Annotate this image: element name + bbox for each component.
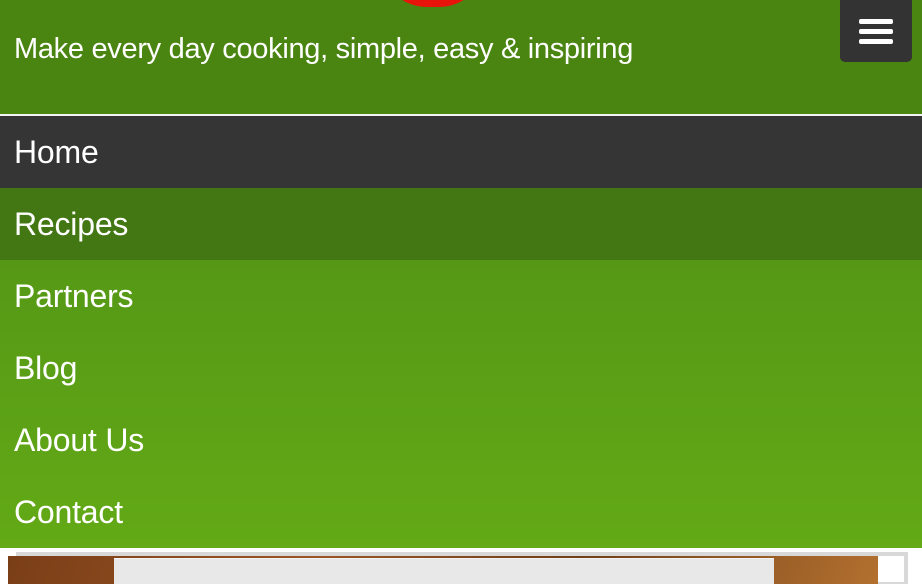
hamburger-menu-icon-bar xyxy=(859,38,893,44)
nav-item-contact[interactable]: Contact xyxy=(0,476,922,548)
nav-item-partners[interactable]: Partners xyxy=(0,260,922,332)
nav-item-recipes[interactable]: Recipes xyxy=(0,188,922,260)
nav-item-about-us[interactable]: About Us xyxy=(0,404,922,476)
nav-item-home[interactable]: Home xyxy=(0,116,922,188)
featured-food-image[interactable] xyxy=(8,556,878,584)
hamburger-menu-icon-bar xyxy=(859,28,893,34)
logo-icon[interactable] xyxy=(380,0,486,7)
main-navigation: Home Recipes Partners Blog About Us Cont… xyxy=(0,116,922,548)
nav-item-blog[interactable]: Blog xyxy=(0,332,922,404)
featured-content-area xyxy=(0,548,922,584)
site-header: Make every day cooking, simple, easy & i… xyxy=(0,0,922,114)
menu-toggle-button[interactable] xyxy=(840,0,912,62)
site-page: Make every day cooking, simple, easy & i… xyxy=(0,0,922,584)
hamburger-menu-icon xyxy=(859,18,893,24)
site-tagline: Make every day cooking, simple, easy & i… xyxy=(14,33,634,65)
featured-image-card xyxy=(114,558,774,584)
